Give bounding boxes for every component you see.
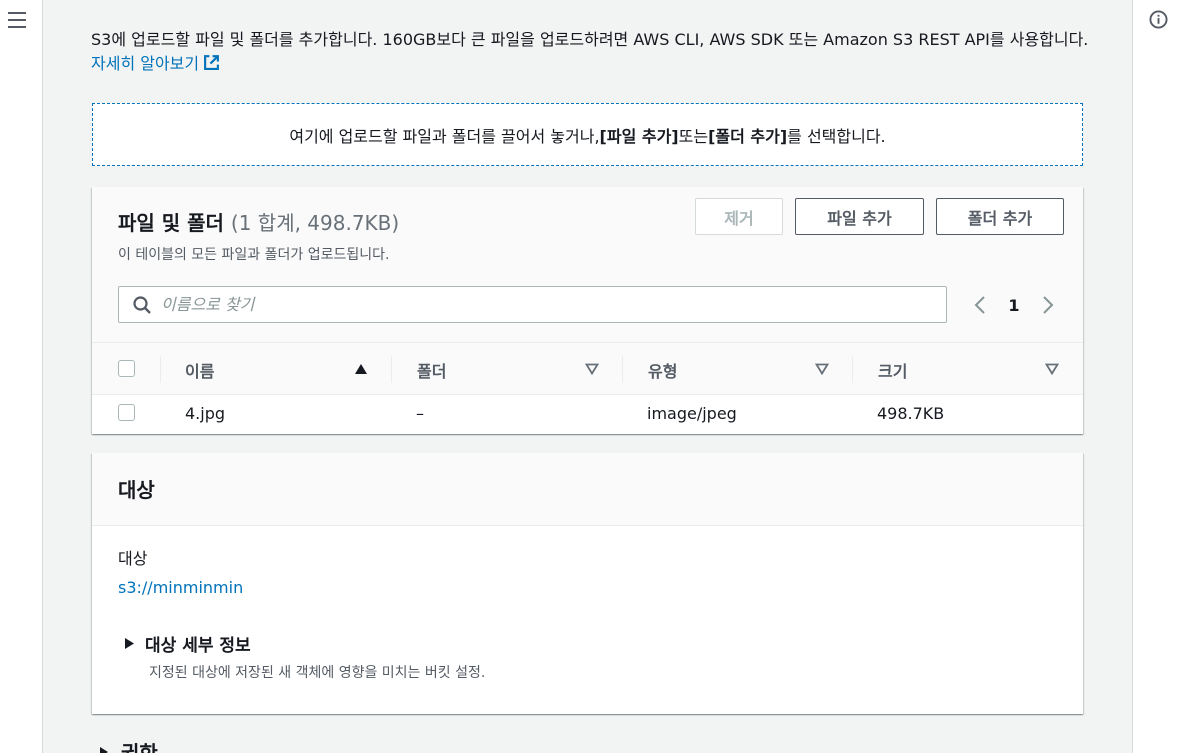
learn-more-link[interactable]: 자세히 알아보기 (91, 54, 220, 73)
search-box (118, 286, 947, 323)
remove-button[interactable]: 제거 (695, 198, 783, 235)
next-page-icon[interactable] (1036, 293, 1060, 317)
destination-panel-header: 대상 (92, 453, 1083, 526)
external-link-icon (204, 55, 220, 70)
caret-right-icon (125, 638, 134, 649)
search-input[interactable] (161, 295, 921, 314)
pagination: 1 (968, 290, 1060, 320)
dropzone-add-files: [파일 추가] (599, 126, 679, 146)
sort-ascending-icon (355, 364, 367, 374)
files-count: (1 합계, 498.7KB) (230, 211, 400, 235)
table-header: 이름 폴더 유형 크기 (92, 342, 1083, 395)
menu-icon[interactable] (8, 12, 26, 28)
cell-type: image/jpeg (647, 404, 737, 423)
destination-details-expander[interactable]: 대상 세부 정보 (124, 631, 251, 656)
current-page-number[interactable]: 1 (992, 296, 1036, 315)
column-header-name[interactable]: 이름 (160, 343, 390, 396)
column-header-type[interactable]: 유형 (622, 343, 852, 396)
add-files-button[interactable]: 파일 추가 (795, 198, 924, 235)
cell-name: 4.jpg (185, 404, 226, 423)
sort-caret-icon (815, 363, 829, 375)
destination-details-label: 대상 세부 정보 (145, 636, 251, 656)
row-checkbox[interactable] (118, 404, 135, 421)
table-row[interactable]: 4.jpg – image/jpeg 498.7KB (92, 395, 1083, 434)
permissions-section-header[interactable]: 권한 (99, 737, 158, 753)
files-panel-header: 파일 및 폴더 (1 합계, 498.7KB) 이 테이블의 모든 파일과 폴더… (92, 187, 1083, 342)
destination-panel: 대상 대상 s3://minminmin 대상 세부 정보 지정된 대상에 저장… (92, 453, 1083, 714)
destination-details-description: 지정된 대상에 저장된 새 객체에 영향을 미치는 버킷 설정. (149, 665, 486, 681)
files-panel-description: 이 테이블의 모든 파일과 폴더가 업로드됩니다. (118, 247, 390, 263)
main-content: S3에 업로드할 파일 및 폴더를 추가합니다. 160GB보다 큰 파일을 업… (43, 0, 1132, 753)
intro-description: S3에 업로드할 파일 및 폴더를 추가합니다. 160GB보다 큰 파일을 업… (91, 28, 1091, 76)
search-icon (133, 295, 151, 314)
cell-folder: – (416, 404, 424, 423)
dropzone-prefix: 여기에 업로드할 파일과 폴더를 끌어서 놓거나, (289, 126, 600, 146)
left-navigation-rail (0, 0, 43, 753)
files-and-folders-panel: 파일 및 폴더 (1 합계, 498.7KB) 이 테이블의 모든 파일과 폴더… (92, 187, 1083, 434)
dropzone-add-folder: [폴더 추가] (708, 126, 788, 146)
permissions-label: 권한 (121, 741, 158, 753)
dropzone-or: 또는 (678, 126, 709, 146)
files-panel-title: 파일 및 폴더 (1 합계, 498.7KB) (118, 211, 400, 235)
dropzone-suffix: 를 선택합니다. (787, 126, 886, 146)
info-icon[interactable] (1149, 10, 1168, 29)
right-tools-rail (1132, 0, 1182, 753)
add-folder-button[interactable]: 폴더 추가 (936, 198, 1064, 235)
column-header-size[interactable]: 크기 (852, 343, 1083, 396)
column-header-folder[interactable]: 폴더 (391, 343, 621, 396)
upload-dropzone[interactable]: 여기에 업로드할 파일과 폴더를 끌어서 놓거나, [파일 추가] 또는 [폴더… (92, 103, 1083, 166)
destination-bucket-link[interactable]: s3://minminmin (118, 578, 243, 597)
previous-page-icon[interactable] (968, 293, 992, 317)
cell-size: 498.7KB (877, 404, 945, 423)
select-all-checkbox[interactable] (118, 360, 135, 377)
destination-panel-title: 대상 (118, 478, 155, 502)
destination-label: 대상 (118, 549, 148, 568)
sort-caret-icon (1045, 363, 1059, 375)
intro-text: S3에 업로드할 파일 및 폴더를 추가합니다. 160GB보다 큰 파일을 업… (91, 30, 1089, 49)
sort-caret-icon (585, 363, 599, 375)
caret-right-icon (100, 746, 108, 753)
